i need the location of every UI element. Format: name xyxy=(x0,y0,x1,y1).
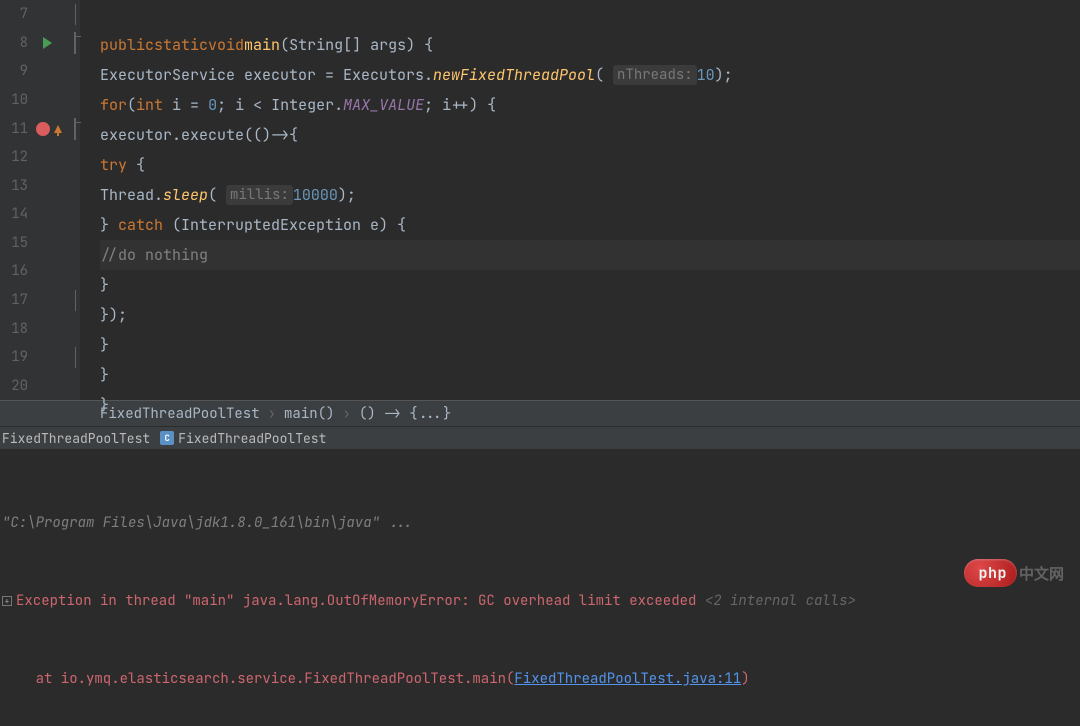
internal-calls-hint: <2 internal calls> xyxy=(705,588,856,614)
code-line[interactable]: } xyxy=(100,330,1080,360)
keyword: static xyxy=(154,35,208,55)
keyword: catch xyxy=(118,215,163,235)
static-method: sleep xyxy=(163,185,208,205)
console-line: at io.ymq.elasticsearch.service.FixedThr… xyxy=(2,666,1078,692)
gutter-row[interactable]: 8 xyxy=(0,29,80,58)
console-output[interactable]: "C:\Program Files\Java\jdk1.8.0_161\bin\… xyxy=(0,450,1080,726)
code-text: ); xyxy=(715,65,733,85)
code-line[interactable]: }); xyxy=(100,300,1080,330)
gutter-row[interactable]: 13 xyxy=(0,171,80,200)
keyword: void xyxy=(208,35,244,55)
code-text: executor.execute(()->{ xyxy=(100,125,298,145)
breadcrumb-item[interactable]: FixedThreadPoolTest xyxy=(100,405,260,423)
code-line[interactable]: executor.execute(()->{ xyxy=(100,120,1080,150)
line-number: 12 xyxy=(0,148,32,166)
code-line[interactable]: } xyxy=(100,270,1080,300)
line-number: 17 xyxy=(0,291,32,309)
code-text: ExecutorService executor = Executors. xyxy=(100,65,433,85)
gutter-row[interactable]: 12 xyxy=(0,143,80,172)
line-number: 8 xyxy=(0,34,32,52)
chevron-right-icon: › xyxy=(342,405,350,423)
line-number: 13 xyxy=(0,177,32,195)
gutter-row[interactable]: 11 xyxy=(0,114,80,143)
constant: MAX_VALUE xyxy=(343,95,424,115)
gutter: 7 8 9 10 11 12 13 14 15 16 17 18 19 20 xyxy=(0,0,80,400)
stacktrace-link[interactable]: FixedThreadPoolTest.java:11 xyxy=(514,666,741,692)
gutter-row[interactable]: 17 xyxy=(0,286,80,315)
expand-icon[interactable]: + xyxy=(2,596,12,606)
code-line[interactable]: } xyxy=(100,360,1080,390)
editor-area: 7 8 9 10 11 12 13 14 15 16 17 18 19 20 xyxy=(0,0,1080,400)
line-number: 15 xyxy=(0,234,32,252)
code-line[interactable]: try { xyxy=(100,150,1080,180)
fold-line-icon xyxy=(75,290,76,311)
keyword: public xyxy=(100,35,154,55)
watermark-text: 中文网 xyxy=(1019,563,1064,584)
console-line: + Exception in thread "main" java.lang.Ou… xyxy=(2,588,1078,614)
code-text: Thread. xyxy=(100,185,163,205)
number: 10000 xyxy=(293,185,338,205)
static-method: newFixedThreadPool xyxy=(433,65,595,85)
keyword: for xyxy=(100,95,127,115)
error-text: at io.ymq.elasticsearch.service.FixedThr… xyxy=(2,666,514,692)
code-line[interactable]: public static void main(String[] args) { xyxy=(100,30,1080,60)
code-line[interactable]: ExecutorService executor = Executors.new… xyxy=(100,60,1080,90)
gutter-row[interactable]: 16 xyxy=(0,257,80,286)
console-line: "C:\Program Files\Java\jdk1.8.0_161\bin\… xyxy=(2,510,1078,536)
gutter-row[interactable]: 15 xyxy=(0,229,80,258)
code-line[interactable]: Thread.sleep( millis: 10000); xyxy=(100,180,1080,210)
gutter-row[interactable]: 20 xyxy=(0,372,80,401)
fold-minus-icon[interactable] xyxy=(74,118,76,140)
error-text: Exception in thread "main" java.lang.Out… xyxy=(16,588,705,614)
watermark-logo: php xyxy=(964,559,1017,587)
method-name: main xyxy=(244,35,280,55)
gutter-row[interactable]: 10 xyxy=(0,86,80,115)
gutter-row[interactable]: 18 xyxy=(0,314,80,343)
command-text: "C:\Program Files\Java\jdk1.8.0_161\bin\… xyxy=(2,510,414,536)
line-number: 11 xyxy=(0,120,32,138)
line-number: 18 xyxy=(0,320,32,338)
gutter-row[interactable]: 7 xyxy=(0,0,80,29)
number: 0 xyxy=(208,95,217,115)
code-text: (String[] args) { xyxy=(280,35,433,55)
gutter-row[interactable]: 9 xyxy=(0,57,80,86)
comment: //do nothing xyxy=(100,245,208,265)
fold-line-icon xyxy=(75,4,76,25)
breadcrumb-item[interactable]: () -> {...} xyxy=(359,405,451,423)
up-arrow-icon xyxy=(54,125,62,133)
watermark: php 中文网 xyxy=(964,559,1064,587)
fold-minus-icon[interactable] xyxy=(74,32,76,54)
line-number: 16 xyxy=(0,262,32,280)
code-line[interactable] xyxy=(100,0,1080,30)
line-number: 10 xyxy=(0,91,32,109)
run-tab[interactable]: FixedThreadPoolTest xyxy=(2,430,150,447)
line-number: 9 xyxy=(0,62,32,80)
line-number: 19 xyxy=(0,348,32,366)
class-icon xyxy=(160,431,174,445)
number: 10 xyxy=(697,65,715,85)
code-line[interactable]: } catch (InterruptedException e) { xyxy=(100,210,1080,240)
chevron-right-icon: › xyxy=(268,405,276,423)
code-line[interactable]: for (int i = 0; i < Integer.MAX_VALUE; i… xyxy=(100,90,1080,120)
keyword: try xyxy=(100,155,127,175)
gutter-row[interactable]: 14 xyxy=(0,200,80,229)
code-line-active[interactable]: //do nothing xyxy=(100,240,1080,270)
line-number: 14 xyxy=(0,205,32,223)
line-number: 20 xyxy=(0,377,32,395)
param-hint: millis: xyxy=(226,185,293,205)
run-tabs: FixedThreadPoolTest FixedThreadPoolTest xyxy=(0,426,1080,450)
keyword: int xyxy=(136,95,163,115)
param-hint: nThreads: xyxy=(613,65,697,85)
fold-line-icon xyxy=(75,347,76,368)
code-text: ( xyxy=(595,65,613,85)
breakpoint-icon[interactable] xyxy=(36,122,50,136)
breadcrumb-item[interactable]: main() xyxy=(284,405,334,423)
run-tab[interactable]: FixedThreadPoolTest xyxy=(160,430,326,447)
code-area[interactable]: public static void main(String[] args) {… xyxy=(80,0,1080,400)
run-icon[interactable] xyxy=(43,37,52,49)
line-number: 7 xyxy=(0,5,32,23)
gutter-row[interactable]: 19 xyxy=(0,343,80,372)
